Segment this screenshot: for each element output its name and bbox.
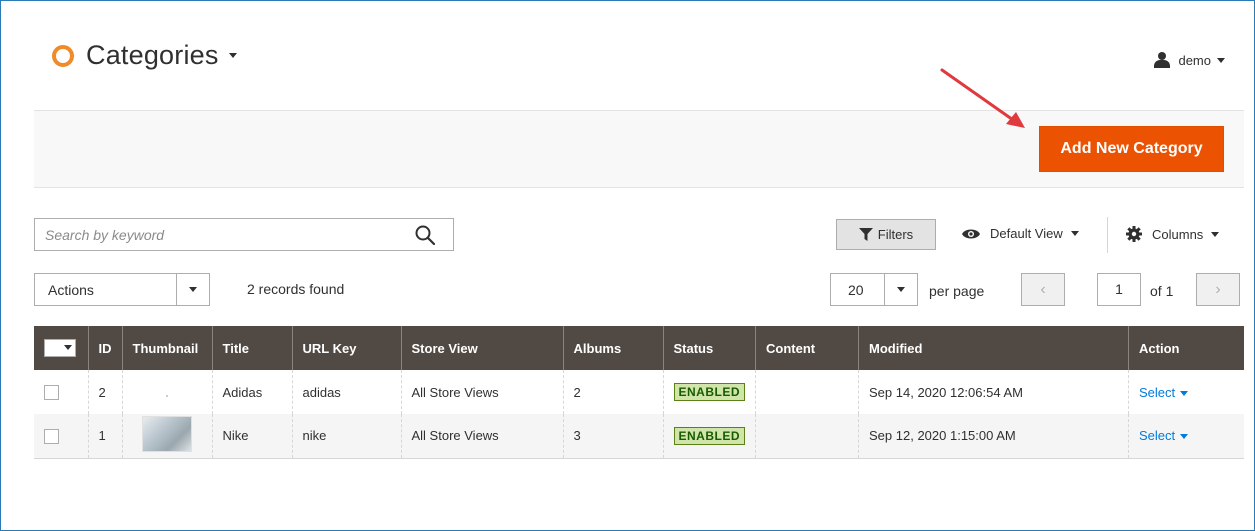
chevron-down-icon: [897, 287, 905, 292]
categories-grid: ID Thumbnail Title URL Key Store View Al…: [34, 326, 1244, 459]
view-switcher[interactable]: Default View: [962, 226, 1079, 241]
column-header-url-key[interactable]: URL Key: [291, 326, 401, 370]
column-header-action: Action: [1128, 326, 1244, 370]
cell-content: [755, 414, 859, 459]
user-icon: [1154, 52, 1171, 68]
row-checkbox[interactable]: [44, 428, 59, 444]
chevron-down-icon: [1217, 57, 1225, 63]
per-page-select[interactable]: 20: [830, 273, 918, 306]
current-page-input[interactable]: 1: [1097, 273, 1141, 306]
filters-label: Filters: [877, 227, 914, 242]
grid-header-row: ID Thumbnail Title URL Key Store View Al…: [34, 326, 1244, 370]
cell-url-key: nike: [291, 414, 401, 459]
cell-modified: Sep 12, 2020 1:15:00 AM: [858, 414, 1129, 459]
row-checkbox[interactable]: [44, 385, 59, 401]
chevron-down-icon: [1180, 434, 1189, 440]
cell-id: 2: [87, 370, 122, 414]
column-header-thumbnail[interactable]: Thumbnail: [121, 326, 212, 370]
mass-select-header: [34, 326, 88, 370]
eye-icon: [962, 229, 980, 238]
column-header-id[interactable]: ID: [87, 326, 122, 370]
thumbnail-placeholder: [166, 394, 168, 397]
chevron-down-icon: [228, 53, 237, 58]
chevron-right-icon: ›: [1215, 280, 1221, 298]
chevron-down-icon: [1180, 390, 1189, 396]
cell-modified: Sep 14, 2020 12:06:54 AM: [858, 370, 1129, 414]
annotation-arrow-icon: [940, 68, 1025, 128]
chevron-down-icon: [189, 287, 197, 292]
chevron-down-icon: [1211, 231, 1220, 237]
cell-title: Nike: [211, 414, 292, 459]
cell-action: Select: [1128, 370, 1244, 414]
previous-page-button[interactable]: ‹: [1021, 273, 1065, 306]
filters-button[interactable]: Filters: [836, 219, 936, 250]
cell-title: Adidas: [211, 370, 292, 414]
chevron-down-icon: [1070, 231, 1079, 236]
user-menu[interactable]: demo: [1154, 52, 1225, 68]
column-header-content[interactable]: Content: [755, 326, 859, 370]
mass-select-control[interactable]: [44, 338, 76, 357]
cell-content: [755, 370, 859, 414]
status-badge: ENABLED: [673, 426, 746, 445]
table-row: 2 Adidas adidas All Store Views 2 ENABLE…: [34, 370, 1244, 414]
gear-icon: [1126, 226, 1142, 242]
cell-action: Select: [1128, 414, 1244, 459]
mass-select-dropdown[interactable]: [61, 339, 75, 356]
page-title-switcher[interactable]: Categories: [52, 40, 237, 71]
category-logo-icon: [52, 44, 74, 67]
columns-switcher[interactable]: Columns: [1126, 226, 1220, 242]
column-header-modified[interactable]: Modified: [858, 326, 1129, 370]
per-page-value: 20: [848, 282, 864, 298]
cell-store-view: All Store Views: [400, 414, 563, 459]
cell-status: ENABLED: [662, 414, 756, 459]
records-found: 2 records found: [247, 281, 345, 297]
cell-url-key: adidas: [291, 370, 401, 414]
search-input[interactable]: [35, 219, 405, 250]
table-row: 1 Nike nike All Store Views 3 ENABLED Se…: [34, 414, 1244, 459]
columns-label: Columns: [1152, 226, 1204, 242]
mass-actions-select[interactable]: Actions: [34, 273, 210, 306]
add-new-category-button[interactable]: Add New Category: [1039, 126, 1224, 172]
cell-albums: 2: [562, 370, 663, 414]
status-badge: ENABLED: [673, 383, 746, 401]
search-icon[interactable]: [415, 225, 435, 245]
chevron-left-icon: ‹: [1040, 280, 1046, 298]
per-page-dropdown[interactable]: [884, 274, 917, 305]
row-action-label: Select: [1139, 428, 1176, 444]
cell-status: ENABLED: [662, 370, 756, 414]
toolbar-divider: [1107, 217, 1108, 253]
next-page-button[interactable]: ›: [1196, 273, 1240, 306]
cell-thumbnail: [121, 414, 212, 459]
row-action-select[interactable]: Select: [1139, 384, 1189, 400]
mass-actions-dropdown[interactable]: [176, 274, 209, 305]
column-header-title[interactable]: Title: [211, 326, 292, 370]
total-pages: of 1: [1150, 283, 1174, 299]
cell-albums: 3: [562, 414, 663, 459]
row-action-select[interactable]: Select: [1139, 428, 1189, 444]
search-box: [34, 218, 454, 251]
column-header-status[interactable]: Status: [662, 326, 756, 370]
row-action-label: Select: [1139, 384, 1176, 400]
user-name: demo: [1178, 52, 1211, 68]
cell-thumbnail: [121, 370, 212, 414]
chevron-down-icon: [64, 345, 72, 350]
mass-select-checkbox[interactable]: [46, 341, 60, 355]
page-title: Categories: [86, 40, 219, 70]
cell-store-view: All Store Views: [400, 370, 563, 414]
column-header-store-view[interactable]: Store View: [400, 326, 563, 370]
cell-id: 1: [87, 414, 122, 459]
per-page-label: per page: [929, 283, 985, 299]
column-header-albums[interactable]: Albums: [562, 326, 663, 370]
filter-icon: [858, 228, 873, 241]
page-actions-bar: Add New Category: [34, 110, 1244, 188]
row-select-cell: [34, 414, 88, 459]
view-label: Default View: [990, 226, 1063, 241]
mass-actions-label: Actions: [48, 282, 94, 298]
thumbnail-image: [142, 416, 192, 453]
row-select-cell: [34, 370, 88, 414]
